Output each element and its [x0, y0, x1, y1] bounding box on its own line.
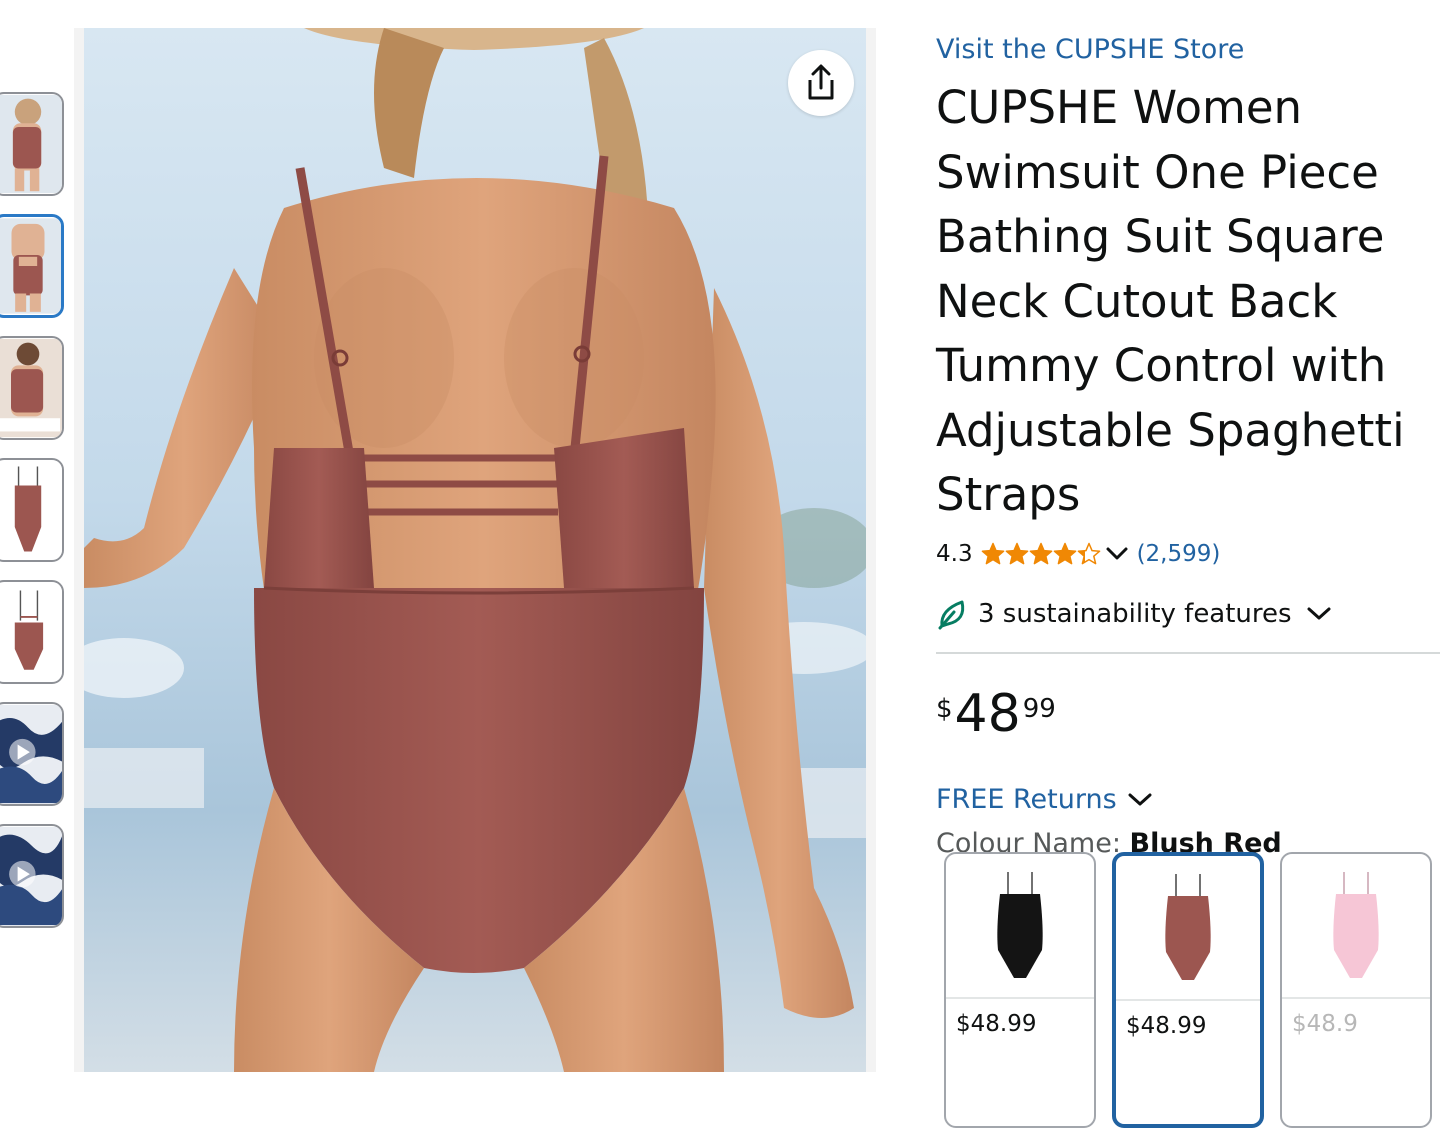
swatch-price: $48.99 — [1126, 1013, 1207, 1039]
swatch-image — [1116, 856, 1260, 1001]
thumbnail-image — [0, 218, 61, 314]
thumbnail-7-video[interactable] — [0, 824, 64, 928]
star-icon — [1053, 542, 1076, 564]
sustainability-text: 3 sustainability features — [978, 598, 1292, 629]
thumbnail-image — [0, 582, 62, 682]
colour-swatches: $48.99 $48.99 $48.9 — [944, 852, 1440, 1142]
sustainability-row[interactable]: 3 sustainability features — [936, 594, 1440, 634]
thumbnail-image — [0, 94, 62, 194]
thumbnail-4[interactable] — [0, 458, 64, 562]
thumbnail-1[interactable] — [0, 92, 64, 196]
swatch-image — [1282, 854, 1430, 999]
star-icon — [1077, 542, 1100, 564]
swatch-image — [946, 854, 1094, 999]
star-icon — [981, 542, 1004, 564]
swatch-price: $48.9 — [1292, 1011, 1358, 1037]
share-icon — [808, 64, 834, 100]
star-rating[interactable] — [981, 542, 1101, 566]
divider — [936, 651, 1440, 654]
rating-value: 4.3 — [936, 540, 973, 567]
chevron-down-icon — [1307, 607, 1331, 619]
chevron-down-icon — [1128, 793, 1152, 805]
swatch-price: $48.99 — [956, 1011, 1037, 1037]
price: $ 48 99 — [936, 688, 1440, 748]
free-returns-link[interactable]: FREE Returns — [936, 784, 1117, 815]
star-icon — [1029, 542, 1052, 564]
price-symbol: $ — [936, 693, 953, 724]
thumbnail-5[interactable] — [0, 580, 64, 684]
product-photo — [84, 28, 866, 1072]
price-whole: 48 — [954, 683, 1021, 744]
returns-row[interactable]: FREE Returns — [936, 780, 1440, 820]
store-link[interactable]: Visit the CUPSHE Store — [936, 30, 1440, 70]
thumbnail-video-image — [0, 826, 62, 926]
share-button[interactable] — [788, 50, 854, 116]
swatch-pink[interactable]: $48.9 — [1280, 852, 1432, 1128]
product-details: Visit the CUPSHE Store CUPSHE Women Swim… — [936, 30, 1440, 1128]
chevron-down-icon[interactable] — [1105, 546, 1129, 562]
swatch-black[interactable]: $48.99 — [944, 852, 1096, 1128]
main-product-image[interactable] — [74, 28, 876, 1072]
rating-row: 4.3 (2,599) — [936, 534, 1440, 574]
thumbnail-3[interactable] — [0, 336, 64, 440]
thumbnail-image — [0, 460, 62, 560]
review-count-link[interactable]: (2,599) — [1137, 541, 1221, 567]
price-fraction: 99 — [1022, 693, 1056, 724]
thumbnail-video-image — [0, 704, 62, 804]
swatch-blush-red[interactable]: $48.99 — [1112, 852, 1264, 1128]
thumbnail-6-video[interactable] — [0, 702, 64, 806]
thumbnail-image — [0, 338, 62, 438]
thumbnail-2[interactable] — [0, 214, 64, 318]
leaf-icon — [938, 600, 965, 629]
product-title: CUPSHE Women Swimsuit One Piece Bathing … — [936, 81, 1405, 521]
star-icon — [1005, 542, 1028, 564]
